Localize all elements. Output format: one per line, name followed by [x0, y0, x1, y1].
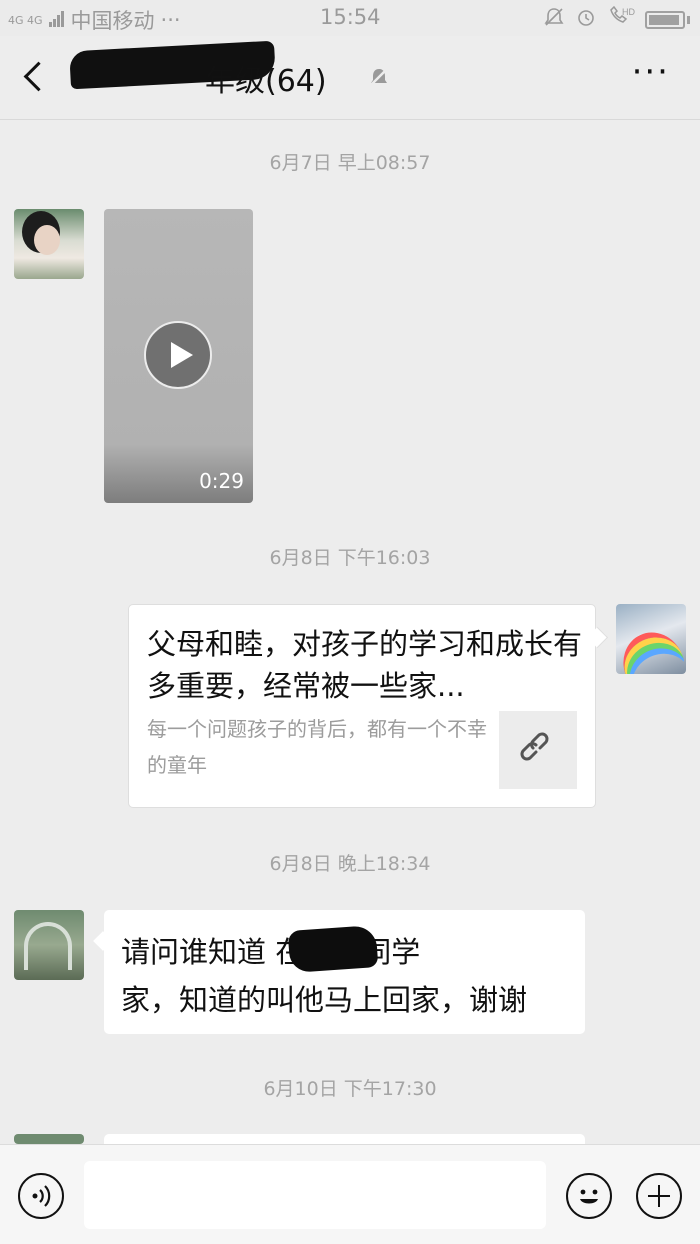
avatar-partial[interactable]	[14, 1134, 84, 1144]
hd-label: HD	[622, 7, 635, 17]
chat-header: 年级(64) ···	[0, 36, 700, 120]
play-icon[interactable]	[144, 321, 212, 389]
link-card-thumbnail	[499, 711, 577, 789]
timestamp: 6月10日 下午17:30	[263, 1078, 437, 1100]
status-left: 4G 4G 中国移动 ···	[8, 5, 181, 35]
timestamp: 6月8日 晚上18:34	[269, 853, 431, 875]
avatar-rainbow	[616, 622, 686, 674]
alarm-icon	[575, 6, 597, 33]
link-card-message[interactable]: 父母和睦，对孩子的学习和成长有多重要，经常被一些家... 每一个问题孩子的背后，…	[128, 604, 596, 808]
link-icon	[520, 732, 549, 761]
status-bar: 4G 4G 中国移动 ··· 15:54 HD	[0, 0, 700, 36]
avatar-self[interactable]	[616, 604, 686, 674]
plus-icon[interactable]	[636, 1173, 682, 1219]
link-card-title: 父母和睦，对孩子的学习和成长有多重要，经常被一些家...	[147, 627, 583, 703]
redacted-name-mark	[287, 924, 379, 974]
bell-off-icon	[543, 6, 565, 33]
carrier-more: ···	[160, 8, 181, 32]
link-card-description: 每一个问题孩子的背后，都有一个不幸的童年	[147, 717, 487, 777]
avatar-face	[34, 225, 60, 255]
voice-icon[interactable]	[18, 1173, 64, 1219]
emoji-icon[interactable]	[566, 1173, 612, 1219]
network-label: 4G 4G	[8, 13, 43, 27]
input-bar	[0, 1144, 700, 1244]
chat-title: 年级(64)	[205, 64, 327, 99]
timestamp: 6月8日 下午16:03	[269, 547, 431, 569]
text-message[interactable]: 请问谁知道 在哪位同学 家，知道的叫他马上回家，谢谢	[104, 910, 585, 1034]
video-duration: 0:29	[199, 469, 244, 493]
video-message[interactable]: 0:29	[104, 209, 253, 503]
avatar-arch	[24, 922, 72, 970]
message-line: 家，知道的叫他马上回家，谢谢	[121, 983, 528, 1017]
timestamp: 6月7日 早上08:57	[269, 152, 431, 174]
status-right: HD	[543, 5, 690, 33]
carrier: 中国移动	[70, 9, 155, 33]
status-time: 15:54	[320, 5, 381, 29]
message-input[interactable]	[84, 1161, 546, 1229]
more-options-button[interactable]: ···	[632, 55, 670, 89]
battery-tip	[687, 15, 690, 24]
signal-icon	[48, 8, 65, 32]
avatar[interactable]	[14, 910, 84, 980]
hd-call-icon: HD	[607, 5, 635, 33]
battery-icon	[645, 10, 685, 29]
back-icon[interactable]	[14, 54, 54, 98]
avatar[interactable]	[14, 209, 84, 279]
mute-icon	[368, 66, 390, 88]
